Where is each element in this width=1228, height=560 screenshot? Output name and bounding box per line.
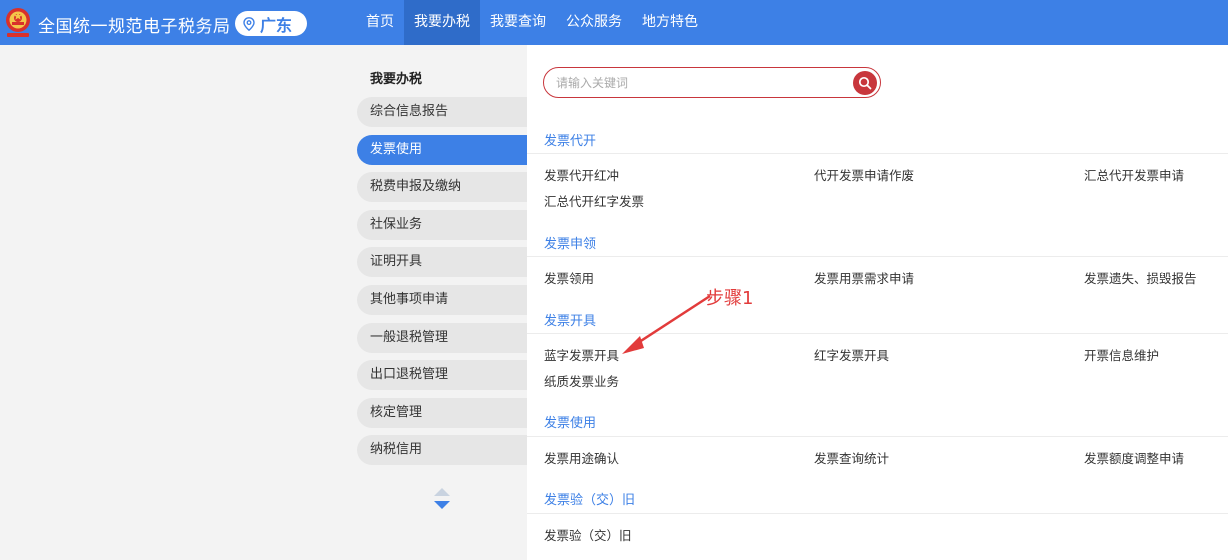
link-invoice-info-maintain[interactable]: 开票信息维护: [1084, 345, 1159, 364]
region-selector[interactable]: 广东: [235, 11, 307, 36]
link-invoice-demand-application[interactable]: 发票用票需求申请: [814, 268, 914, 287]
link-summary-agent-red-invoice[interactable]: 汇总代开红字发票: [544, 191, 644, 210]
section-title-invoice-agent-issue: 发票代开: [544, 134, 597, 149]
search-button[interactable]: [853, 71, 877, 95]
link-summary-agent-invoice[interactable]: 汇总代开发票申请: [1084, 165, 1184, 184]
sidebar-item-certificate[interactable]: 证明开具: [357, 247, 527, 278]
search-icon: [858, 76, 872, 90]
sidebar-item-social-security[interactable]: 社保业务: [357, 209, 527, 240]
section-title-invoice-issue: 发票开具: [544, 314, 597, 329]
sidebar-item-tax-declaration[interactable]: 税费申报及缴纳: [357, 172, 527, 203]
nav-home[interactable]: 首页: [356, 0, 404, 45]
search-bar: [543, 67, 881, 98]
sidebar-item-comprehensive-report[interactable]: 综合信息报告: [357, 97, 527, 127]
link-invoice-query-stats[interactable]: 发票查询统计: [814, 448, 889, 467]
section-title-invoice-use: 发票使用: [544, 416, 597, 431]
nav-tax-handling[interactable]: 我要办税: [404, 0, 480, 45]
tax-emblem-icon[interactable]: [3, 6, 33, 38]
sidebar-item-general-refund[interactable]: 一般退税管理: [357, 322, 527, 353]
region-label: 广东: [260, 15, 293, 35]
link-invoice-receive[interactable]: 发票领用: [544, 268, 594, 287]
link-red-invoice-issue[interactable]: 红字发票开具: [814, 345, 889, 364]
nav-local-features[interactable]: 地方特色: [632, 0, 708, 45]
nav-query[interactable]: 我要查询: [480, 0, 556, 45]
location-pin-icon: [243, 16, 255, 31]
link-agent-invoice-void[interactable]: 代开发票申请作废: [814, 165, 914, 184]
main-nav: 首页 我要办税 我要查询 公众服务 地方特色: [356, 0, 708, 45]
sidebar-menu: 综合信息报告 发票使用 税费申报及缴纳 社保业务 证明开具 其他事项申请 一般退…: [357, 97, 527, 473]
section-divider: [527, 153, 1228, 154]
red-arrow-icon: [622, 294, 711, 354]
section-divider: [527, 256, 1228, 257]
nav-public-service[interactable]: 公众服务: [556, 0, 632, 45]
section-title-invoice-verify-old: 发票验（交）旧: [544, 493, 636, 508]
link-invoice-loss-report[interactable]: 发票遗失、损毁报告: [1084, 268, 1197, 287]
section-title-invoice-apply: 发票申领: [544, 237, 597, 252]
link-invoice-verify-old[interactable]: 发票验（交）旧: [544, 525, 632, 544]
link-blue-invoice-issue[interactable]: 蓝字发票开具: [544, 345, 619, 364]
sidebar-scroll-arrows-icon[interactable]: [433, 487, 451, 511]
site-title[interactable]: 全国统一规范电子税务局: [38, 12, 231, 37]
section-divider: [527, 513, 1228, 514]
link-invoice-purpose-confirm[interactable]: 发票用途确认: [544, 448, 619, 467]
section-divider: [527, 436, 1228, 437]
link-invoice-quota-adjust[interactable]: 发票额度调整申请: [1084, 448, 1184, 467]
top-navigation-bar: 全国统一规范电子税务局 广东 首页 我要办税 我要查询 公众服务 地方特色: [0, 0, 1228, 45]
sidebar-item-other-application[interactable]: 其他事项申请: [357, 284, 527, 315]
sidebar-item-assessment[interactable]: 核定管理: [357, 397, 527, 428]
search-input[interactable]: [556, 73, 836, 93]
sidebar-item-invoice-use[interactable]: 发票使用: [357, 134, 527, 165]
link-invoice-agent-red-reverse[interactable]: 发票代开红冲: [544, 165, 619, 184]
sidebar-title: 我要办税: [370, 72, 423, 87]
link-paper-invoice-business[interactable]: 纸质发票业务: [544, 371, 619, 390]
sidebar-item-tax-credit[interactable]: 纳税信用: [357, 435, 527, 466]
sidebar-item-export-refund[interactable]: 出口退税管理: [357, 360, 527, 391]
